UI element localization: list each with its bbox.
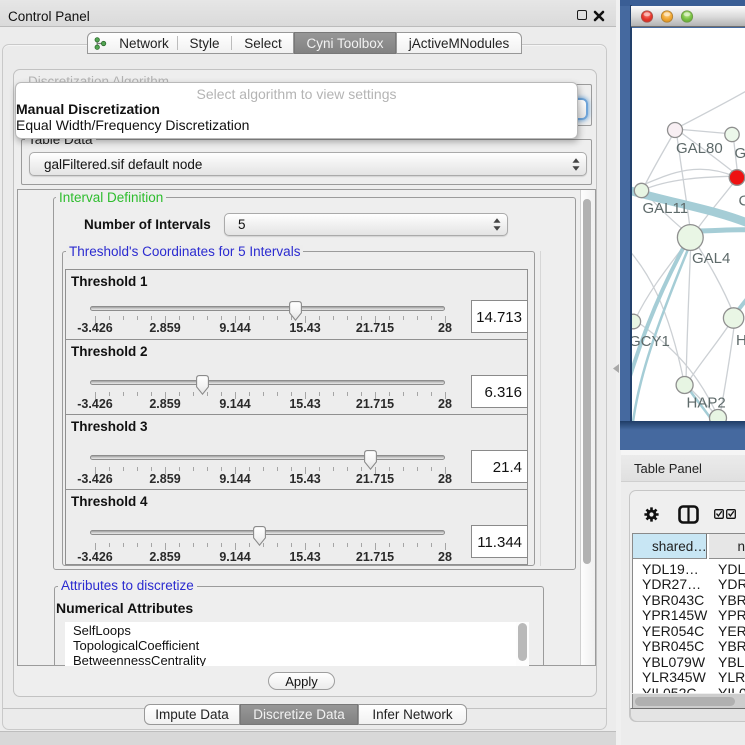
svg-text:GAL7: GAL7 (735, 145, 745, 162)
svg-text:CD: CD (739, 193, 745, 210)
svg-text:HAP2: HAP2 (687, 395, 726, 412)
svg-text:GAL80: GAL80 (676, 140, 723, 157)
svg-text:GAL11: GAL11 (643, 200, 689, 217)
svg-text:HA: HA (736, 332, 745, 349)
svg-text:GCY1: GCY1 (632, 333, 670, 350)
svg-text:GAL4: GAL4 (692, 250, 730, 267)
